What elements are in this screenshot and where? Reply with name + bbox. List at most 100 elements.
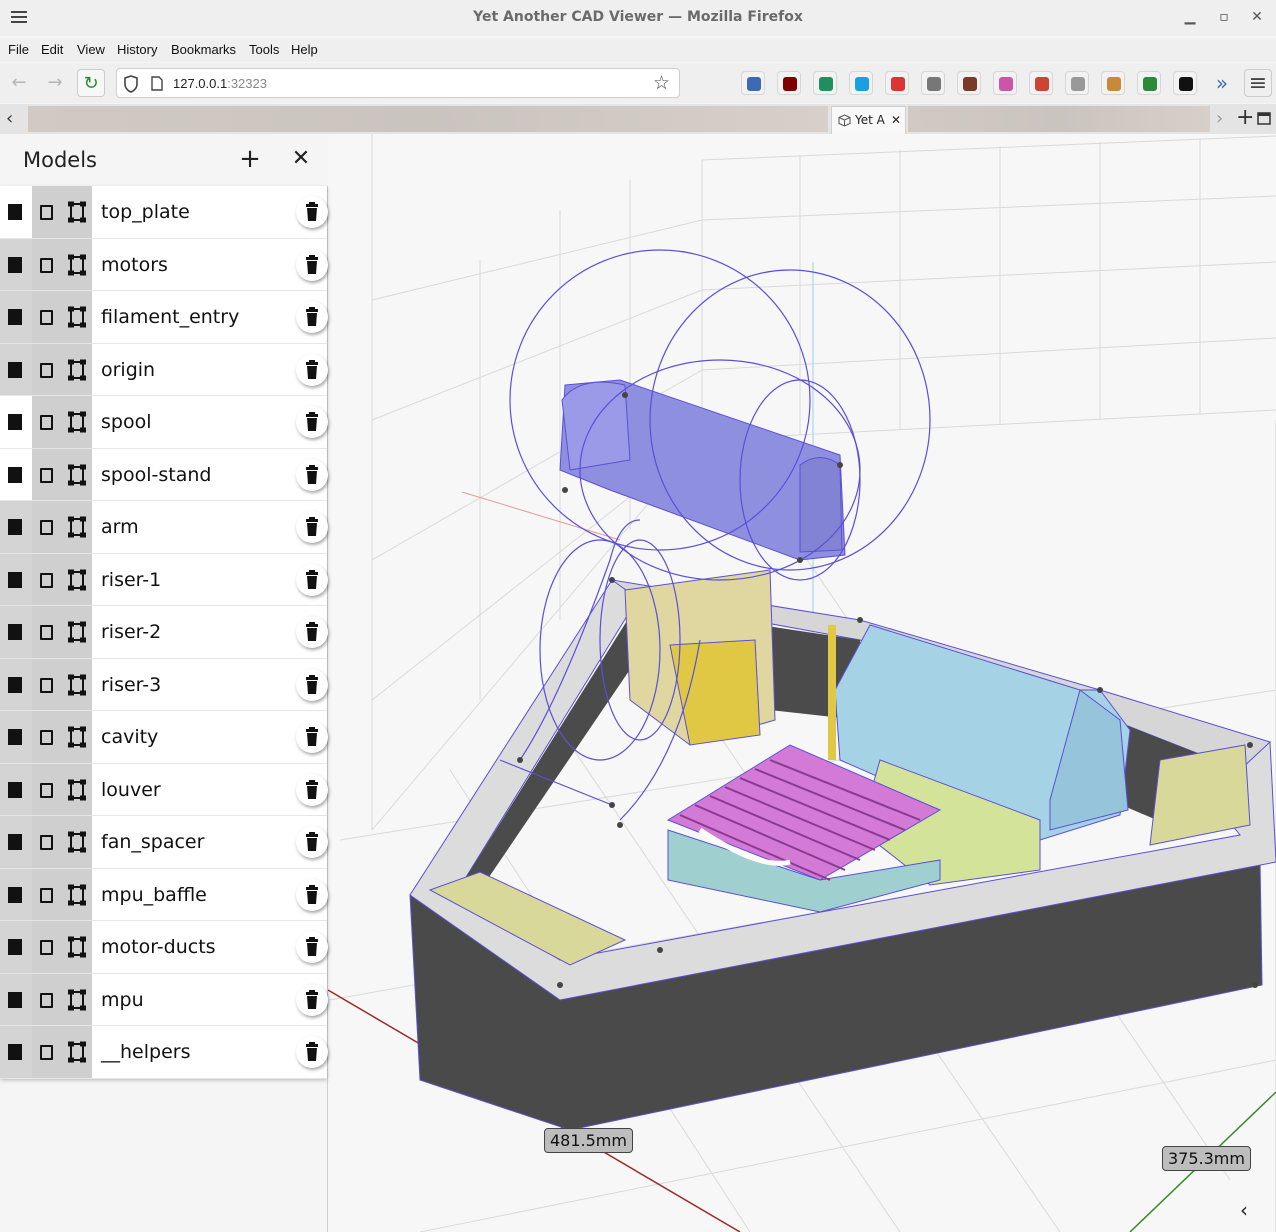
delete-model-button[interactable] (296, 616, 328, 648)
puzzle-icon[interactable] (1137, 71, 1161, 95)
cookie-icon[interactable] (1101, 71, 1125, 95)
color-icon[interactable] (993, 71, 1017, 95)
faces-toggle-icon[interactable] (40, 1045, 53, 1060)
visibility-toggle[interactable] (0, 396, 32, 448)
faces-toggle-icon[interactable] (40, 572, 53, 588)
extensions-overflow-button[interactable]: » (1208, 69, 1236, 97)
faces-toggle-icon[interactable] (40, 415, 53, 430)
edges-toggle-icon[interactable] (67, 359, 87, 381)
edges-toggle-icon[interactable] (67, 569, 87, 591)
delete-model-button[interactable] (296, 196, 328, 228)
visibility-toggle[interactable] (0, 711, 32, 763)
model-row[interactable]: mpu_baffle (0, 868, 328, 921)
edges-toggle-icon[interactable] (67, 884, 87, 906)
tab-active[interactable]: Yet A ✕ (831, 106, 906, 134)
faces-toggle-icon[interactable] (40, 520, 53, 535)
model-row[interactable]: __helpers (0, 1026, 328, 1079)
faces-toggle-icon[interactable] (40, 835, 53, 850)
model-row[interactable]: origin (0, 343, 328, 396)
edges-toggle-icon[interactable] (67, 1041, 87, 1063)
edges-toggle-icon[interactable] (67, 621, 87, 643)
download-icon[interactable] (741, 71, 765, 95)
menu-file[interactable]: File (8, 42, 29, 57)
url-bar[interactable]: 127.0.0.1:32323 ☆ (116, 68, 680, 98)
model-row[interactable]: riser-1 (0, 553, 328, 606)
visibility-toggle[interactable] (0, 343, 32, 395)
menu-history[interactable]: History (117, 42, 157, 57)
delete-model-button[interactable] (296, 773, 328, 806)
faces-toggle-icon[interactable] (40, 257, 53, 273)
model-row[interactable]: spool-stand (0, 448, 328, 501)
visibility-toggle[interactable] (0, 553, 32, 605)
faces-toggle-icon[interactable] (40, 205, 53, 220)
menu-edit[interactable]: Edit (41, 42, 63, 57)
menu-tools[interactable]: Tools (249, 42, 279, 57)
faces-toggle-icon[interactable] (40, 992, 53, 1008)
reload-button[interactable]: ↻ (77, 69, 105, 97)
visibility-toggle[interactable] (0, 238, 32, 290)
shield-icon[interactable] (123, 75, 139, 93)
add-model-button[interactable]: + (236, 144, 264, 174)
model-row[interactable]: fan_spacer (0, 816, 328, 869)
faces-toggle-icon[interactable] (40, 887, 53, 903)
edges-toggle-icon[interactable] (67, 936, 87, 958)
model-row[interactable]: arm (0, 501, 328, 554)
faces-toggle-icon[interactable] (40, 467, 53, 483)
edges-toggle-icon[interactable] (67, 254, 87, 276)
model-row[interactable]: cavity (0, 711, 328, 764)
delete-model-button[interactable] (296, 721, 328, 753)
visibility-toggle[interactable] (0, 186, 32, 238)
model-row[interactable]: motors (0, 238, 328, 291)
faces-toggle-icon[interactable] (40, 310, 53, 325)
delete-model-button[interactable] (296, 511, 328, 543)
visibility-toggle[interactable] (0, 1026, 32, 1078)
delete-model-button[interactable] (296, 353, 328, 386)
delete-model-button[interactable] (296, 931, 328, 963)
edges-toggle-icon[interactable] (67, 989, 87, 1011)
block-icon[interactable] (1173, 71, 1197, 95)
s-extension-icon[interactable] (849, 71, 873, 95)
model-row[interactable]: spool (0, 396, 328, 449)
app-menu-button[interactable]: ≡ (1244, 69, 1272, 97)
delete-model-button[interactable] (296, 1036, 328, 1068)
photo-icon[interactable] (957, 71, 981, 95)
edges-toggle-icon[interactable] (67, 779, 87, 801)
forward-button[interactable]: → (41, 69, 69, 97)
new-tab-button[interactable]: + (1236, 105, 1254, 130)
menu-help[interactable]: Help (291, 42, 318, 57)
delete-model-button[interactable] (296, 983, 328, 1016)
edges-toggle-icon[interactable] (67, 464, 87, 486)
visibility-toggle[interactable] (0, 973, 32, 1025)
faces-toggle-icon[interactable] (40, 362, 53, 378)
background-tabs-right[interactable] (908, 106, 1210, 132)
model-row[interactable]: motor-ducts (0, 921, 328, 974)
faces-toggle-icon[interactable] (40, 940, 53, 955)
back-button[interactable]: ← (5, 69, 33, 97)
close-window-button[interactable]: ✕ (1249, 9, 1265, 25)
tab-list-icon[interactable] (1257, 112, 1271, 125)
edges-toggle-icon[interactable] (67, 726, 87, 748)
faces-toggle-icon[interactable] (40, 625, 53, 640)
edges-toggle-icon[interactable] (67, 831, 87, 853)
edges-toggle-icon[interactable] (67, 516, 87, 538)
delete-model-button[interactable] (296, 406, 328, 438)
background-tabs[interactable] (28, 106, 828, 132)
ublock-icon[interactable] (777, 71, 801, 95)
model-row[interactable]: louver (0, 763, 328, 816)
visibility-toggle[interactable] (0, 658, 32, 710)
edges-toggle-icon[interactable] (67, 306, 87, 328)
edges-toggle-icon[interactable] (67, 201, 87, 223)
edges-toggle-icon[interactable] (67, 674, 87, 696)
save-icon[interactable] (813, 71, 837, 95)
faces-toggle-icon[interactable] (40, 782, 53, 798)
visibility-toggle[interactable] (0, 763, 32, 815)
edges-toggle-icon[interactable] (67, 411, 87, 433)
visibility-toggle[interactable] (0, 868, 32, 920)
shoe-icon[interactable] (921, 71, 945, 95)
delete-model-button[interactable] (296, 563, 328, 596)
screen-blocked-icon[interactable] (885, 71, 909, 95)
visibility-toggle[interactable] (0, 291, 32, 343)
minimize-button[interactable]: ▁ (1182, 9, 1198, 25)
tab-close-icon[interactable]: ✕ (891, 113, 901, 127)
menu-bookmarks[interactable]: Bookmarks (171, 42, 236, 57)
